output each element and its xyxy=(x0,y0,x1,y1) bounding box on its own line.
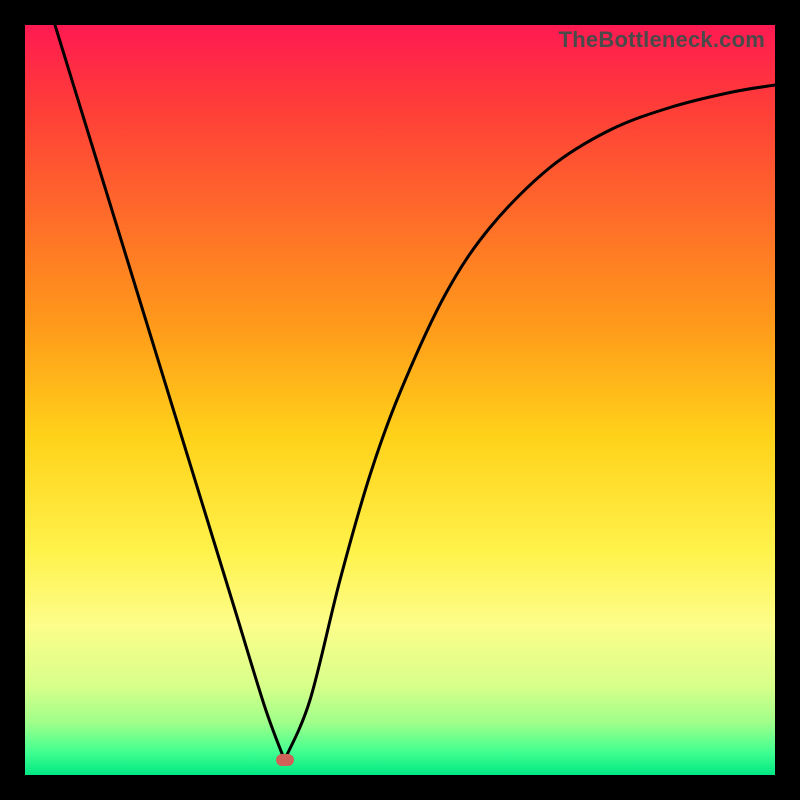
bottleneck-curve xyxy=(25,25,775,775)
watermark-label: TheBottleneck.com xyxy=(559,27,765,53)
plot-area: TheBottleneck.com xyxy=(25,25,775,775)
chart-frame: TheBottleneck.com xyxy=(0,0,800,800)
optimal-point-marker xyxy=(276,754,294,766)
